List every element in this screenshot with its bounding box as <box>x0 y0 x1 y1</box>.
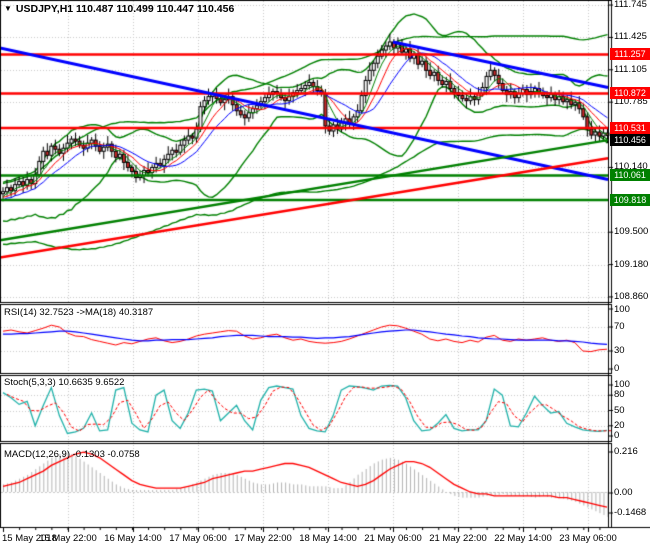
price-badge: 111.257 <box>610 48 650 61</box>
price-tick-label: 109.180 <box>614 258 649 270</box>
chart-canvas[interactable] <box>0 0 650 550</box>
stoch-indicator-label: Stoch(5,3,3) 10.6635 9.6522 <box>4 377 125 388</box>
time-axis-label: 16 May 14:00 <box>104 533 162 544</box>
time-axis-label: 21 May 06:00 <box>364 533 422 544</box>
chart-title: ▼ USDJPY,H1 110.487 110.499 110.447 110.4… <box>4 3 234 15</box>
chart-window: ▼ USDJPY,H1 110.487 110.499 110.447 110.4… <box>0 0 650 550</box>
time-axis-label: 17 May 22:00 <box>234 533 292 544</box>
price-badge: 110.531 <box>610 121 650 134</box>
price-tick-label: 111.425 <box>614 31 647 43</box>
price-badge: 110.061 <box>610 169 650 182</box>
stoch-tick-label: 80 <box>614 389 625 401</box>
rsi-tick-label: 100 <box>614 304 630 315</box>
macd-tick-label: 0.00 <box>614 487 633 498</box>
time-axis-label: 18 May 14:00 <box>299 533 357 544</box>
stoch-tick-label: 0 <box>614 430 620 441</box>
time-axis-label: 23 May 06:00 <box>559 533 617 544</box>
macd-tick-label: 0.216 <box>614 446 638 457</box>
price-tick-label: 111.745 <box>614 0 647 11</box>
rsi-tick-label: 30 <box>614 345 625 356</box>
symbol-quote-text: USDJPY,H1 110.487 110.499 110.447 110.45… <box>15 3 235 15</box>
rsi-tick-label: 70 <box>614 321 625 332</box>
macd-indicator-label: MACD(12,26,9) -0.1303 -0.0758 <box>4 449 140 460</box>
rsi-tick-label: 0 <box>614 363 620 374</box>
price-badge: 109.818 <box>610 194 650 207</box>
time-axis-label: 15 May 22:00 <box>39 533 97 544</box>
symbol-dropdown-icon[interactable]: ▼ <box>4 4 12 13</box>
rsi-indicator-label: RSI(14) 32.7523 ->MA(18) 40.3187 <box>4 307 154 318</box>
price-tick-label: 109.500 <box>614 226 649 238</box>
price-tick-label: 111.105 <box>614 63 647 75</box>
time-axis-label: 22 May 14:00 <box>494 533 552 544</box>
time-axis-label: 17 May 06:00 <box>169 533 227 544</box>
price-scale[interactable]: 111.745 111.425 111.105 110.785 110.140 109.5… <box>608 0 650 527</box>
price-tick-label: 108.860 <box>614 290 649 302</box>
time-axis[interactable]: 15 May 2018 15 May 22:00 16 May 14:00 17 Ma… <box>0 527 650 550</box>
price-badge: 110.456 <box>610 133 650 146</box>
macd-tick-label: -0.1468 <box>614 507 647 518</box>
price-badge: 110.872 <box>610 87 650 100</box>
stoch-tick-label: 50 <box>614 404 625 416</box>
time-axis-label: 21 May 22:00 <box>429 533 487 544</box>
